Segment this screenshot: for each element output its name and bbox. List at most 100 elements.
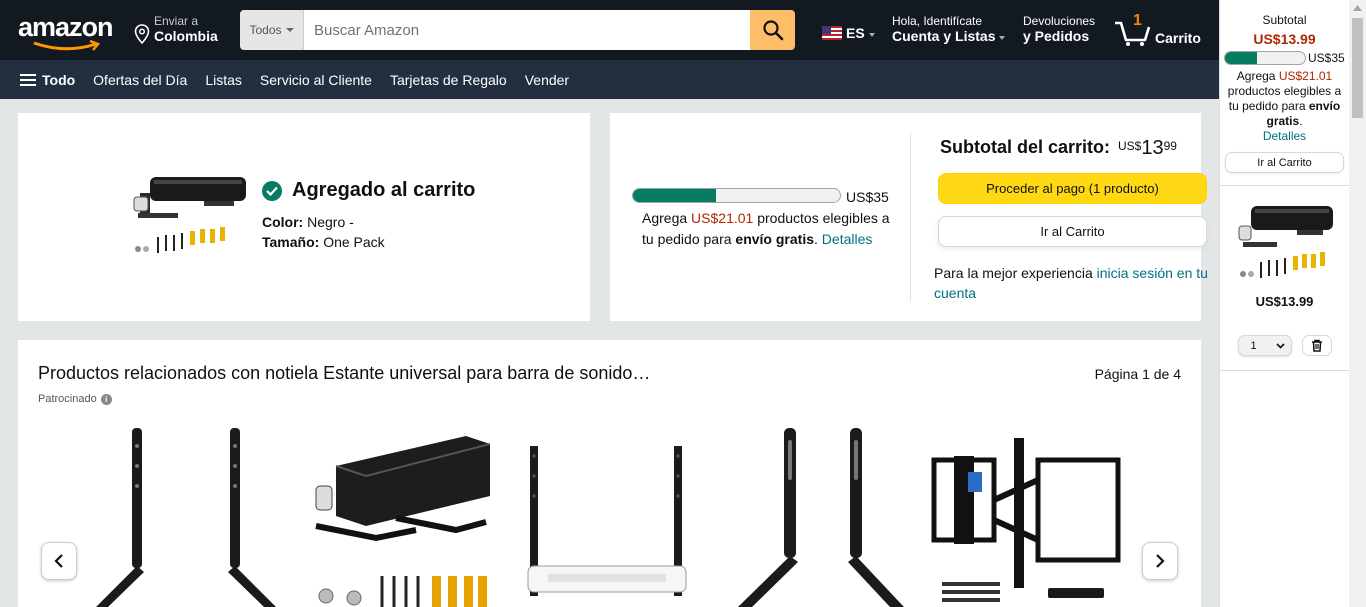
flyout-item-price: US$13.99 xyxy=(1255,294,1314,309)
product-image[interactable] xyxy=(718,426,908,607)
hamburger-icon xyxy=(20,73,36,86)
attr-size: Tamaño: One Pack xyxy=(262,234,385,250)
subnav-item-sell[interactable]: Vender xyxy=(525,72,569,88)
info-icon[interactable]: i xyxy=(100,393,112,405)
page-scrollbar[interactable] xyxy=(1349,0,1366,607)
scrollbar-thumb[interactable] xyxy=(1352,18,1363,118)
flyout-threshold: US$35 xyxy=(1308,51,1345,65)
orders-label: y Pedidos xyxy=(1023,28,1090,44)
subnav-item-gift-cards[interactable]: Tarjetas de Regalo xyxy=(390,72,507,88)
sponsored-text: Patrocinado xyxy=(38,393,97,405)
free-shipping-text: envío gratis xyxy=(735,231,815,247)
search-button[interactable] xyxy=(750,10,795,50)
flyout-divider xyxy=(1220,185,1349,186)
chevron-left-icon xyxy=(54,554,63,568)
price-currency: US$ xyxy=(1118,139,1142,153)
chevron-down-icon xyxy=(868,33,875,37)
go-to-cart-button[interactable]: Ir al Carrito xyxy=(938,216,1207,247)
subtotal-heading: Subtotal del carrito: US$ 13 99 xyxy=(940,137,1177,160)
cart-flyout: Subtotal US$13.99 US$35 Agrega US$21.01 … xyxy=(1219,0,1349,607)
chevron-down-icon xyxy=(285,28,294,32)
added-title: Agregado al carrito xyxy=(292,179,476,201)
cart-subtotal-card: US$35 Agrega US$21.01 productos elegible… xyxy=(610,113,1208,321)
signin-note: Para la mejor experiencia inicia sesión … xyxy=(934,263,1214,303)
related-products-card: Productos relacionados con notiela Estan… xyxy=(18,340,1201,607)
chevron-down-icon xyxy=(1275,342,1285,349)
flyout-go-to-cart-button[interactable]: Ir al Carrito xyxy=(1225,152,1344,173)
account-label: Cuenta y Listas xyxy=(892,28,996,44)
flyout-product-image[interactable] xyxy=(1235,202,1335,286)
trash-icon xyxy=(1311,339,1322,352)
quantity-select[interactable]: 1 xyxy=(1237,335,1292,356)
cart-icon xyxy=(1115,21,1151,46)
progress-fill xyxy=(633,189,716,202)
flyout-divider xyxy=(1220,370,1349,371)
signin-prefix: Para la mejor experiencia xyxy=(934,265,1093,281)
quantity-value: 1 xyxy=(1250,339,1257,352)
flyout-progress-row: US$35 xyxy=(1224,51,1349,65)
language-code: ES xyxy=(846,25,865,41)
subtotal-price: US$ 13 99 xyxy=(1118,137,1177,160)
subnav-item-lists[interactable]: Listas xyxy=(205,72,242,88)
flyout-subtotal-label: Subtotal xyxy=(1262,13,1307,27)
flyout-note-prefix: Agrega xyxy=(1236,69,1276,83)
color-value: Negro - xyxy=(307,214,354,230)
product-image[interactable] xyxy=(928,436,1128,607)
product-carousel xyxy=(88,426,1143,607)
deliver-country: Colombia xyxy=(154,28,218,44)
carousel-next-button[interactable] xyxy=(1142,542,1178,580)
flyout-note-amount: US$21.01 xyxy=(1278,69,1333,83)
related-title: Productos relacionados con notiela Estan… xyxy=(38,363,651,383)
location-pin-icon xyxy=(134,24,150,44)
carousel-prev-button[interactable] xyxy=(41,542,77,580)
flyout-subtotal-price: US$13.99 xyxy=(1253,31,1316,47)
logo-text: amazon xyxy=(18,12,114,42)
subnav-item-deals[interactable]: Ofertas del Día xyxy=(93,72,187,88)
added-to-cart-card: Agregado al carrito Color: Negro - Tamañ… xyxy=(18,113,590,321)
search-input[interactable] xyxy=(304,10,750,50)
cart-label: Carrito xyxy=(1155,30,1201,46)
product-image[interactable] xyxy=(508,426,698,607)
cart-link[interactable]: 1 Carrito xyxy=(1113,12,1201,46)
top-navbar: amazon Enviar a Colombia Todos Buscar Am… xyxy=(0,0,1219,60)
flyout-free-shipping-note: Agrega US$21.01 productos elegibles a tu… xyxy=(1227,69,1342,143)
add-prefix: Agrega xyxy=(642,210,688,226)
check-circle-icon xyxy=(262,180,282,201)
delete-item-button[interactable] xyxy=(1301,335,1332,356)
details-link[interactable]: Detalles xyxy=(822,231,873,247)
us-flag-icon xyxy=(822,26,842,40)
sub-navbar: Todo Ofertas del Día Listas Servicio al … xyxy=(0,60,1219,99)
add-amount: US$21.01 xyxy=(691,210,754,226)
page-indicator: Página 1 de 4 xyxy=(1094,366,1181,382)
scroll-up-icon[interactable] xyxy=(1353,5,1362,11)
returns-orders[interactable]: Devoluciones y Pedidos xyxy=(1023,14,1095,44)
subnav-item-customer-service[interactable]: Servicio al Cliente xyxy=(260,72,372,88)
cart-count: 1 xyxy=(1133,12,1142,29)
all-menu-button[interactable]: Todo xyxy=(20,72,75,88)
checkout-button[interactable]: Proceder al pago (1 producto) xyxy=(938,173,1207,204)
returns-label: Devoluciones xyxy=(1023,14,1096,28)
added-heading: Agregado al carrito xyxy=(262,179,475,202)
product-image[interactable] xyxy=(88,426,278,607)
deliver-label: Enviar a xyxy=(154,14,199,28)
search-category-dropdown[interactable]: Todos xyxy=(240,10,304,50)
size-value: One Pack xyxy=(323,234,385,250)
sponsored-label: Patrocinado i xyxy=(38,393,112,405)
deliver-to[interactable]: Enviar a Colombia xyxy=(134,14,218,44)
flyout-details-link[interactable]: Detalles xyxy=(1263,129,1306,143)
amazon-logo[interactable]: amazon xyxy=(16,10,120,51)
flyout-progress-fill xyxy=(1225,52,1257,64)
search-bar: Todos xyxy=(240,10,795,50)
all-menu-label: Todo xyxy=(42,71,76,88)
vertical-divider xyxy=(910,133,911,301)
color-label: Color: xyxy=(262,214,304,230)
attr-color: Color: Negro - xyxy=(262,214,354,230)
product-image[interactable] xyxy=(130,171,248,263)
language-selector[interactable]: ES xyxy=(822,25,875,41)
price-fraction: 99 xyxy=(1163,139,1177,153)
product-image[interactable] xyxy=(296,426,490,607)
account-lists[interactable]: Hola, Identifícate Cuenta y Listas xyxy=(892,14,1006,44)
search-icon xyxy=(762,20,783,41)
account-greeting: Hola, Identifícate xyxy=(892,14,983,28)
chevron-right-icon xyxy=(1156,554,1165,568)
